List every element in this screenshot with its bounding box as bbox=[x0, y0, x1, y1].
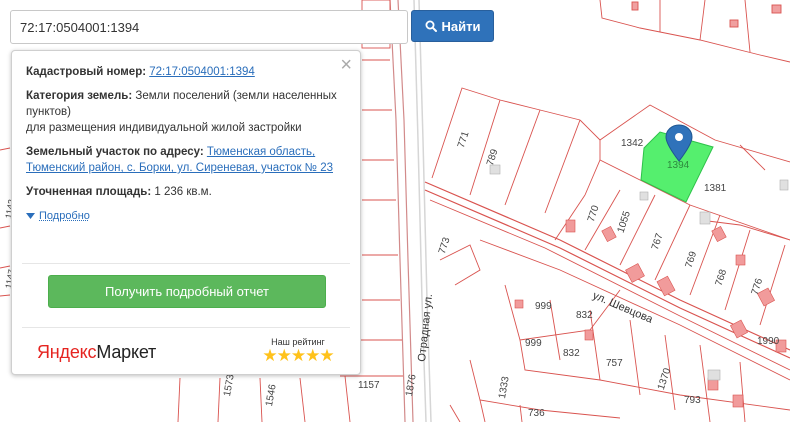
more-toggle[interactable]: Подробно bbox=[26, 208, 90, 224]
parcel-label: 793 bbox=[684, 395, 701, 406]
brand-market: Маркет bbox=[96, 342, 157, 362]
category-label: Категория земель: bbox=[26, 90, 133, 102]
cadastral-link[interactable]: 72:17:0504001:1394 bbox=[149, 66, 255, 78]
parcel-info: Кадастровый номер: 72:17:0504001:1394 Ка… bbox=[26, 64, 344, 224]
yandex-market-logo[interactable]: ЯндексМаркет bbox=[37, 342, 156, 363]
star-icon: ★★★★★ bbox=[262, 346, 334, 365]
rating-widget[interactable]: Наш рейтинг ★★★★★ bbox=[258, 337, 338, 366]
parcel-info-panel: × Кадастровый номер: 72:17:0504001:1394 … bbox=[11, 50, 361, 375]
area-value: 1 236 кв.м. bbox=[154, 186, 212, 198]
parcel-label: 832 bbox=[576, 310, 593, 321]
panel-footer: ЯндексМаркет Наш рейтинг ★★★★★ bbox=[12, 329, 360, 375]
divider bbox=[22, 263, 350, 264]
cadastral-label: Кадастровый номер: bbox=[26, 66, 147, 78]
parcel-label: 832 bbox=[563, 348, 580, 359]
report-button[interactable]: Получить подробный отчет bbox=[48, 275, 326, 308]
parcel-label: 1990 bbox=[757, 336, 780, 347]
parcel-label: 1157 bbox=[358, 380, 380, 391]
cadastral-row: Кадастровый номер: 72:17:0504001:1394 bbox=[26, 64, 344, 80]
parcel-label: 999 bbox=[525, 338, 542, 349]
caret-down-icon bbox=[26, 213, 35, 219]
category-row: Категория земель: Земли поселений (земли… bbox=[26, 88, 344, 136]
address-row: Земельный участок по адресу: Тюменская о… bbox=[26, 144, 344, 176]
more-label: Подробно bbox=[39, 210, 90, 222]
search-button[interactable]: Найти bbox=[411, 10, 494, 42]
address-label: Земельный участок по адресу: bbox=[26, 146, 204, 158]
search-button-label: Найти bbox=[441, 18, 481, 34]
parcel-label: 1342 bbox=[621, 138, 644, 149]
parcel-label: 999 bbox=[535, 301, 552, 312]
search-field[interactable] bbox=[10, 10, 408, 44]
area-row: Уточненная площадь: 1 236 кв.м. bbox=[26, 184, 344, 200]
search-input[interactable] bbox=[11, 11, 407, 43]
category-sub: для размещения индивидуальной жилой заст… bbox=[26, 122, 302, 134]
search-icon bbox=[425, 20, 437, 32]
area-label: Уточненная площадь: bbox=[26, 186, 152, 198]
brand-yandex: Яндекс bbox=[37, 342, 97, 362]
report-button-label: Получить подробный отчет bbox=[104, 284, 270, 299]
parcel-label: 736 bbox=[528, 408, 545, 419]
divider bbox=[22, 327, 350, 328]
parcel-label: 1394 bbox=[667, 160, 690, 171]
parcel-label: 757 bbox=[606, 358, 623, 369]
parcel-label: 1381 bbox=[704, 183, 727, 194]
